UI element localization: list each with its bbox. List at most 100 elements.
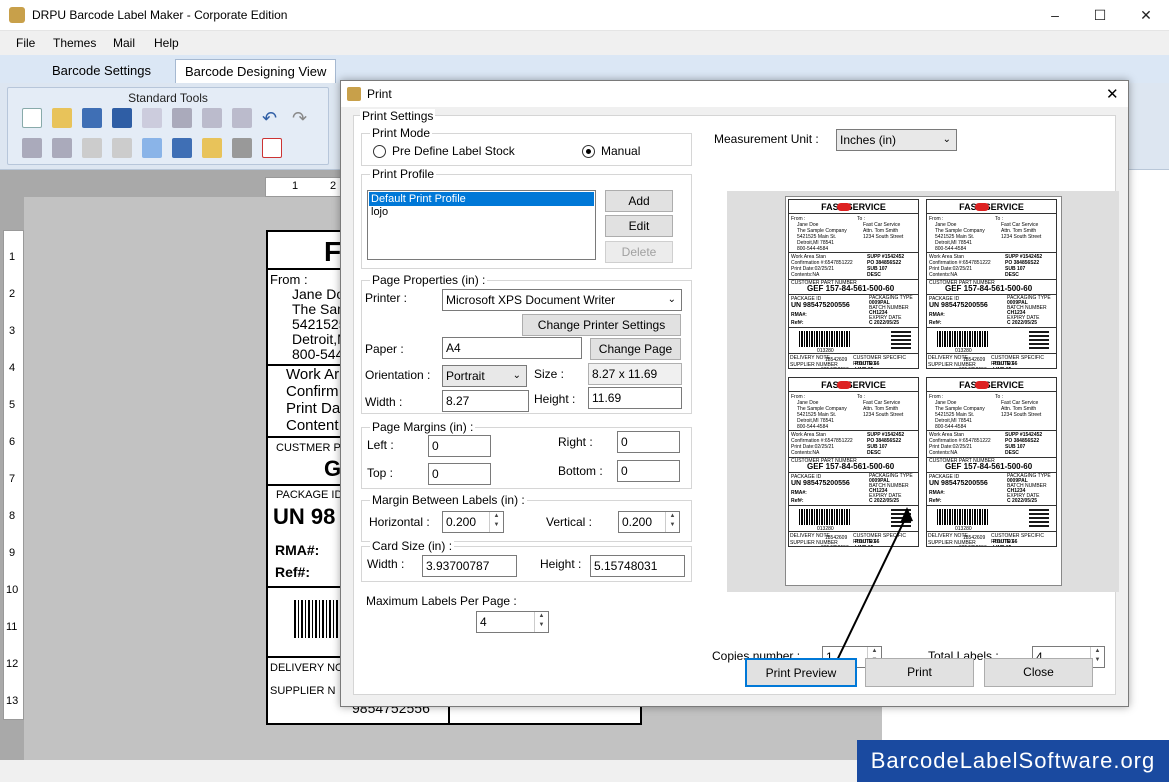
export-icon[interactable] xyxy=(262,138,282,158)
card-text: 1234 South Street xyxy=(863,234,904,240)
spinner-arrows-icon[interactable]: ▲▼ xyxy=(534,612,548,632)
tab-barcode-settings[interactable]: Barcode Settings xyxy=(43,59,160,83)
width-label: Width : xyxy=(365,395,403,409)
card-height-field[interactable]: 5.15748031 xyxy=(590,555,685,577)
print-settings-title: Print Settings xyxy=(360,109,436,123)
ruler-mark: 4 xyxy=(9,362,16,374)
copy-icon[interactable] xyxy=(142,108,162,128)
standard-tools-label: Standard Tools xyxy=(128,91,208,105)
lock-icon[interactable] xyxy=(82,138,102,158)
label-text: Ref#: xyxy=(275,564,311,580)
close-dialog-button[interactable]: Close xyxy=(984,658,1093,687)
cut-icon[interactable] xyxy=(202,108,222,128)
size-field: 8.27 x 11.69 xyxy=(588,363,682,385)
card-text: GEF 157-84-561-500-60 xyxy=(807,462,895,471)
card-divider xyxy=(789,353,918,354)
tab-barcode-designing-view[interactable]: Barcode Designing View xyxy=(175,59,337,83)
page-properties-group: Page Properties (in) : Printer : Microso… xyxy=(361,273,692,414)
redo-icon[interactable]: ↷ xyxy=(292,108,312,128)
horizontal-spinner[interactable]: 0.200 ▲ ▼ xyxy=(442,511,504,533)
card-height-label: Height : xyxy=(540,557,582,571)
spinner-arrows-icon[interactable]: ▲▼ xyxy=(489,512,503,532)
watermark: BarcodeLabelSoftware.org xyxy=(857,740,1169,782)
card-text: GEF 157-84-561-500-60 xyxy=(945,284,1033,293)
send-back-icon[interactable] xyxy=(52,138,72,158)
delete-profile-button[interactable]: Delete xyxy=(605,241,673,263)
card-header: FAST SERVICE xyxy=(789,200,918,214)
card-divider xyxy=(927,327,1056,328)
minimize-button[interactable]: – xyxy=(1032,0,1078,31)
margin-right-label: Right : xyxy=(558,435,593,449)
menu-mail[interactable]: Mail xyxy=(113,36,135,50)
print-preview-button[interactable]: Print Preview xyxy=(745,658,857,687)
vertical-spinner[interactable]: 0.200 ▲ ▼ xyxy=(618,511,680,533)
ruler-mark: 12 xyxy=(6,658,19,670)
change-page-button[interactable]: Change Page xyxy=(590,338,681,360)
print-icon[interactable] xyxy=(232,138,252,158)
margin-between-group: Margin Between Labels (in) : Horizontal … xyxy=(361,493,692,542)
profile-list[interactable]: Default Print Profile lojo xyxy=(367,190,596,260)
margin-right-field[interactable]: 0 xyxy=(617,431,680,453)
card-text: 9854752556 xyxy=(821,367,849,368)
bring-front-icon[interactable] xyxy=(22,138,42,158)
card-divider xyxy=(789,430,918,431)
save-icon[interactable] xyxy=(82,108,102,128)
mail-icon[interactable] xyxy=(202,138,222,158)
card-width-label: Width : xyxy=(367,557,405,571)
card-text: DELIVERY NOTE xyxy=(928,355,968,361)
preview-icon[interactable] xyxy=(172,138,192,158)
profile-item-default[interactable]: Default Print Profile xyxy=(369,192,594,206)
card-header: FAST SERVICE xyxy=(789,378,918,392)
card-width-field[interactable]: 3.93700787 xyxy=(422,555,517,577)
new-icon[interactable] xyxy=(22,108,42,128)
dialog-title: Print xyxy=(367,87,392,101)
radio-predefine-label-stock[interactable] xyxy=(373,145,386,158)
measurement-unit-select[interactable]: Inches (in) ⌄ xyxy=(836,129,957,151)
menu-themes[interactable]: Themes xyxy=(53,36,96,50)
label-text: G xyxy=(324,456,342,481)
close-button[interactable]: ✕ xyxy=(1123,0,1169,31)
label-text: DELIVERY NO xyxy=(270,662,344,674)
horizontal-label: Horizontal : xyxy=(369,515,430,529)
add-profile-button[interactable]: Add xyxy=(605,190,673,212)
card-divider xyxy=(789,252,918,253)
page-width-field[interactable]: 8.27 xyxy=(442,390,529,412)
maximize-button[interactable]: ☐ xyxy=(1077,0,1123,31)
save-as-icon[interactable] xyxy=(112,108,132,128)
open-icon[interactable] xyxy=(52,108,72,128)
card-text: 1234 South Street xyxy=(863,412,904,418)
margin-bottom-field[interactable]: 0 xyxy=(617,460,680,482)
max-labels-spinner[interactable]: 4 ▲ ▼ xyxy=(476,611,549,633)
label-text: RMA#: xyxy=(275,542,320,558)
card-divider xyxy=(927,430,1056,431)
undo-icon[interactable]: ↶ xyxy=(262,108,282,128)
card-text: LINE 15 xyxy=(993,545,1011,546)
margin-top-field[interactable]: 0 xyxy=(428,463,491,485)
paper-field[interactable]: A4 xyxy=(442,337,582,359)
unlock-icon[interactable] xyxy=(112,138,132,158)
spinner-arrows-icon[interactable]: ▲▼ xyxy=(665,512,679,532)
card-header: FAST SERVICE xyxy=(927,200,1056,214)
delete-icon[interactable] xyxy=(232,108,252,128)
margin-left-field[interactable]: 0 xyxy=(428,435,491,457)
radio-manual[interactable] xyxy=(582,145,595,158)
edit-profile-button[interactable]: Edit xyxy=(605,215,673,237)
orientation-select[interactable]: Portrait ⌄ xyxy=(442,365,527,387)
dialog-close-icon[interactable]: ✕ xyxy=(1106,85,1119,103)
printer-select[interactable]: Microsoft XPS Document Writer ⌄ xyxy=(442,289,682,311)
ruler-mark: 2 xyxy=(9,288,16,300)
grid-icon[interactable] xyxy=(142,138,162,158)
page-height-field[interactable]: 11.69 xyxy=(588,387,682,409)
ruler-mark: 8 xyxy=(9,510,16,522)
paste-icon[interactable] xyxy=(172,108,192,128)
change-printer-settings-button[interactable]: Change Printer Settings xyxy=(522,314,681,336)
size-label: Size : xyxy=(534,367,565,381)
profile-item-lojo[interactable]: lojo xyxy=(369,206,388,218)
menu-file[interactable]: File xyxy=(16,36,35,50)
qr-code-image xyxy=(1029,329,1049,349)
print-button[interactable]: Print xyxy=(865,658,974,687)
card-text: RMA#: xyxy=(929,312,945,318)
menu-help[interactable]: Help xyxy=(154,36,179,50)
height-label: Height : xyxy=(534,392,576,406)
print-mode-title: Print Mode xyxy=(370,126,433,140)
